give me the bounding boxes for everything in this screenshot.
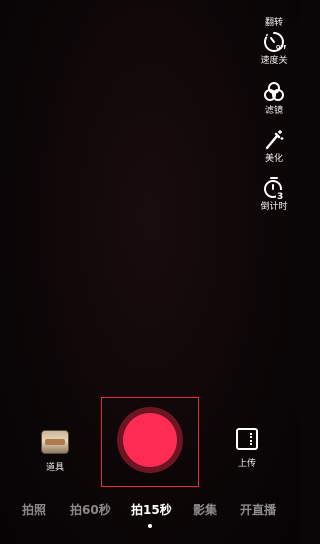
upload-label: 上传 bbox=[237, 459, 256, 469]
props-button[interactable]: 道具 bbox=[38, 430, 72, 473]
record-button[interactable] bbox=[123, 413, 177, 467]
countdown-timer-icon: 3 bbox=[264, 177, 286, 200]
flip-camera-icon bbox=[262, 0, 286, 16]
props-thumbnail bbox=[41, 430, 69, 454]
mode-tab-photo[interactable]: 拍照 bbox=[22, 500, 46, 520]
speed-label: 速度关 bbox=[260, 56, 288, 66]
gallery-icon bbox=[236, 428, 258, 450]
active-mode-indicator bbox=[148, 524, 152, 528]
mode-tab-60s[interactable]: 拍60秒 bbox=[70, 500, 111, 520]
props-label: 道具 bbox=[45, 463, 64, 473]
beauty-button[interactable]: 美化 bbox=[254, 128, 294, 165]
upload-button[interactable]: 上传 bbox=[230, 428, 264, 469]
flip-camera-button[interactable]: 翻转 bbox=[254, 0, 294, 29]
countdown-label: 倒计时 bbox=[260, 202, 288, 212]
beauty-label: 美化 bbox=[264, 154, 283, 164]
speed-button[interactable]: OFF 速度关 bbox=[254, 30, 294, 67]
svg-text:OFF: OFF bbox=[276, 45, 286, 51]
speed-icon: OFF bbox=[264, 32, 286, 52]
filter-icon bbox=[264, 82, 284, 101]
timer-badge: 3 bbox=[277, 192, 283, 200]
countdown-button[interactable]: 3 倒计时 bbox=[254, 176, 294, 213]
mode-tab-album[interactable]: 影集 bbox=[193, 500, 217, 520]
filter-label: 滤镜 bbox=[264, 106, 283, 116]
mode-tabs: 拍照 拍60秒 拍15秒 影集 开直播 bbox=[0, 500, 300, 520]
flip-label: 翻转 bbox=[264, 18, 283, 28]
beauty-wand-icon bbox=[265, 130, 284, 150]
filter-button[interactable]: 滤镜 bbox=[254, 80, 294, 117]
mode-tab-15s[interactable]: 拍15秒 bbox=[131, 500, 172, 520]
mode-tab-live[interactable]: 开直播 bbox=[240, 500, 276, 520]
